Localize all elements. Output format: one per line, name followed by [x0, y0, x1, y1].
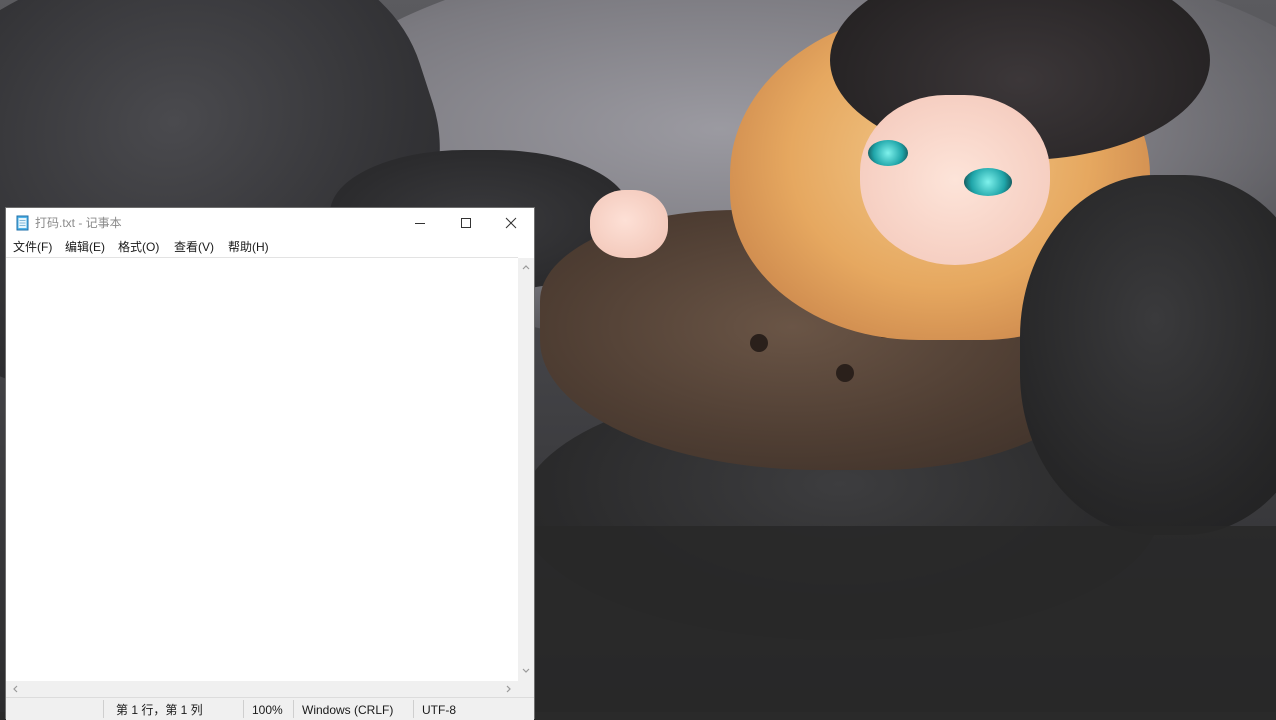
wallpaper-right-foot — [1020, 175, 1276, 535]
notepad-icon — [16, 215, 29, 231]
wallpaper-face — [860, 95, 1050, 265]
status-bar: 第 1 行，第 1 列 100% Windows (CRLF) UTF-8 — [6, 697, 534, 720]
scroll-right-icon[interactable] — [504, 684, 514, 694]
text-editor-area[interactable] — [6, 257, 518, 682]
wallpaper-coat-button — [836, 364, 854, 382]
menu-view[interactable]: 查看(V) — [174, 239, 214, 255]
menu-bar: 文件(F) 编辑(E) 格式(O) 查看(V) 帮助(H) — [6, 237, 534, 257]
status-divider — [293, 700, 294, 718]
close-button[interactable] — [488, 208, 534, 237]
close-icon — [505, 217, 517, 228]
menu-file[interactable]: 文件(F) — [13, 239, 52, 255]
minimize-icon — [415, 222, 425, 224]
scroll-left-icon[interactable] — [10, 684, 20, 694]
menu-edit[interactable]: 编辑(E) — [65, 239, 105, 255]
status-divider — [243, 700, 244, 718]
notepad-window: 打码.txt - 记事本 文件(F) 编辑(E) 格式(O) 查看(V) 帮助(… — [6, 208, 534, 720]
status-divider — [103, 700, 104, 718]
text-encoding: UTF-8 — [422, 703, 456, 717]
zoom-level: 100% — [252, 703, 283, 717]
cursor-position: 第 1 行，第 1 列 — [116, 703, 203, 717]
vertical-scrollbar[interactable] — [518, 258, 534, 682]
window-title: 打码.txt - 记事本 — [35, 216, 122, 230]
wallpaper-eye — [964, 168, 1012, 196]
scroll-down-icon[interactable] — [521, 666, 531, 676]
minimize-button[interactable] — [397, 208, 443, 237]
wallpaper-eye — [868, 140, 908, 166]
status-divider — [413, 700, 414, 718]
title-bar[interactable]: 打码.txt - 记事本 — [6, 208, 534, 237]
menu-help[interactable]: 帮助(H) — [228, 239, 269, 255]
menu-format[interactable]: 格式(O) — [118, 239, 159, 255]
desktop-overlay — [534, 526, 1276, 712]
line-ending: Windows (CRLF) — [302, 703, 394, 717]
horizontal-scrollbar[interactable] — [6, 681, 518, 697]
wallpaper-hand — [590, 190, 668, 258]
scroll-up-icon[interactable] — [521, 262, 531, 272]
resize-grip[interactable] — [518, 681, 534, 697]
wallpaper-coat-button — [750, 334, 768, 352]
maximize-icon — [461, 217, 471, 228]
maximize-button[interactable] — [443, 208, 489, 237]
